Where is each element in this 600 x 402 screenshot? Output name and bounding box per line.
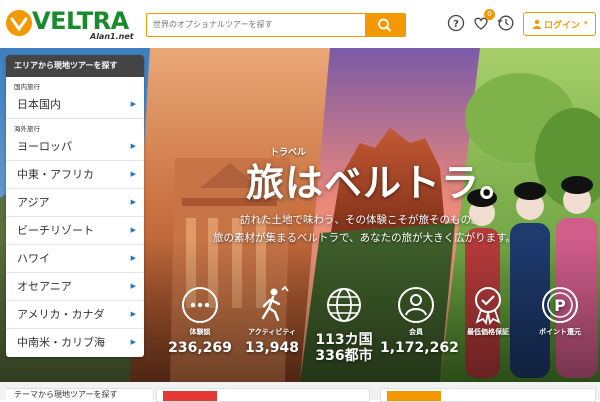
stat-cities: 336都市 — [315, 348, 373, 364]
chevron-right-icon: ▶ — [130, 142, 136, 150]
svg-text:P: P — [554, 296, 566, 315]
chevron-down-icon: ▾ — [584, 19, 588, 27]
stat-members: 会員 1,172,262 — [380, 281, 459, 363]
chevron-right-icon: ▶ — [130, 338, 136, 346]
stat-label: アクティビティ — [248, 328, 296, 336]
chevron-right-icon: ▶ — [130, 254, 136, 262]
notification-badge: 0 — [484, 9, 495, 20]
hero-subtext-1: 訪れた土地で味わう、その体験こそが旅そのもの。 — [240, 214, 482, 226]
menu-item-asia[interactable]: アジア ▶ — [6, 189, 144, 217]
menu-item-japan[interactable]: 日本国内 ▶ — [6, 91, 144, 119]
history-clock-icon[interactable] — [497, 14, 515, 32]
content-strip: テーマから現地ツアーを探す — [0, 382, 600, 402]
menu-item-america-canada[interactable]: アメリカ・カナダ ▶ — [6, 301, 144, 329]
stat-label: ポイント還元 — [539, 328, 581, 336]
search-box — [146, 13, 406, 37]
menu-item-label: オセアニア — [17, 280, 72, 293]
logo-text: VELTRA — [32, 7, 129, 35]
menu-item-europe[interactable]: ヨーロッパ ▶ — [6, 133, 144, 161]
points-icon: P — [542, 287, 578, 323]
search-button[interactable] — [365, 14, 405, 36]
hero-headline: 旅はベルトラ。 — [246, 161, 519, 205]
login-label: ログイン — [544, 21, 581, 31]
menu-item-oceania[interactable]: オセアニア ▶ — [6, 273, 144, 301]
area-menu-title: エリアから現地ツアーを探す — [6, 55, 144, 77]
chevron-right-icon: ▶ — [130, 282, 136, 290]
menu-item-label: 日本国内 — [17, 98, 61, 111]
menu-item-label: アジア — [17, 196, 50, 209]
hiker-icon — [261, 285, 289, 322]
hero-subtext-2: 旅の素材が集まるベルトラで、あなたの旅が大きく広がります。 — [213, 232, 517, 244]
theme-search-title: テーマから現地ツアーを探す — [6, 388, 152, 401]
menu-item-label: ヨーロッパ — [17, 140, 72, 153]
area-search-menu: エリアから現地ツアーを探す 国内旅行 日本国内 ▶ 海外旅行 ヨーロッパ ▶ 中東… — [6, 55, 144, 357]
menu-item-middle-east-africa[interactable]: 中東・アフリカ ▶ — [6, 161, 144, 189]
user-icon — [533, 19, 541, 29]
menu-item-label: アメリカ・カナダ — [17, 308, 105, 321]
menu-item-beach-resort[interactable]: ビーチリゾート ▶ — [6, 217, 144, 245]
search-icon — [378, 18, 391, 32]
chevron-right-icon: ▶ — [130, 170, 136, 178]
stat-value: 236,269 — [168, 340, 232, 356]
stat-activities: アクティビティ 13,948 — [236, 281, 308, 363]
help-icon[interactable]: ? — [447, 14, 465, 32]
menu-item-label: 中東・アフリカ — [17, 168, 94, 181]
veltra-logo[interactable]: VELTRA Alan1.net — [6, 6, 138, 41]
logo-mark-icon — [6, 10, 32, 36]
stat-reviews: 体験談 236,269 — [164, 281, 236, 363]
stat-destinations: 113カ国 336都市 — [308, 281, 380, 364]
chevron-right-icon: ▶ — [130, 310, 136, 318]
stat-best-price: 最低価格保証 — [452, 281, 524, 363]
chat-bubble-icon — [182, 287, 218, 323]
stat-points: P ポイント還元 — [524, 281, 596, 363]
svg-text:?: ? — [453, 19, 459, 30]
chevron-right-icon: ▶ — [130, 198, 136, 206]
stat-label: 会員 — [409, 328, 423, 336]
stat-value: 1,172,262 — [380, 340, 459, 356]
login-button[interactable]: ログイン ▾ — [523, 12, 596, 36]
globe-icon — [327, 288, 361, 322]
domestic-section-label: 国内旅行 — [14, 83, 40, 91]
chevron-right-icon: ▶ — [130, 100, 136, 108]
menu-item-label: 中南米・カリブ海 — [17, 336, 105, 349]
stat-label: 体験談 — [189, 328, 211, 336]
chevron-right-icon: ▶ — [130, 226, 136, 234]
menu-item-hawaii[interactable]: ハワイ ▶ — [6, 245, 144, 273]
menu-item-latin-america-caribbean[interactable]: 中南米・カリブ海 ▶ — [6, 329, 144, 356]
stat-value: 13,948 — [244, 340, 300, 356]
site-header: VELTRA Alan1.net ? 0 ログイン ▾ — [0, 0, 600, 49]
menu-item-label: ハワイ — [17, 252, 50, 265]
stat-label: 最低価格保証 — [467, 328, 509, 336]
overseas-section-label: 海外旅行 — [14, 125, 40, 133]
search-input[interactable] — [147, 14, 377, 34]
stats-row: 体験談 236,269 アクティビティ 13,948 113カ国 336都市 会… — [164, 281, 596, 364]
medal-check-icon — [475, 287, 501, 325]
user-icon — [398, 287, 434, 323]
menu-item-label: ビーチリゾート — [17, 224, 94, 237]
logo-subtext: Alan1.net — [90, 32, 134, 41]
hero-banner: エリアから現地ツアーを探す 国内旅行 日本国内 ▶ 海外旅行 ヨーロッパ ▶ 中東… — [0, 48, 600, 382]
